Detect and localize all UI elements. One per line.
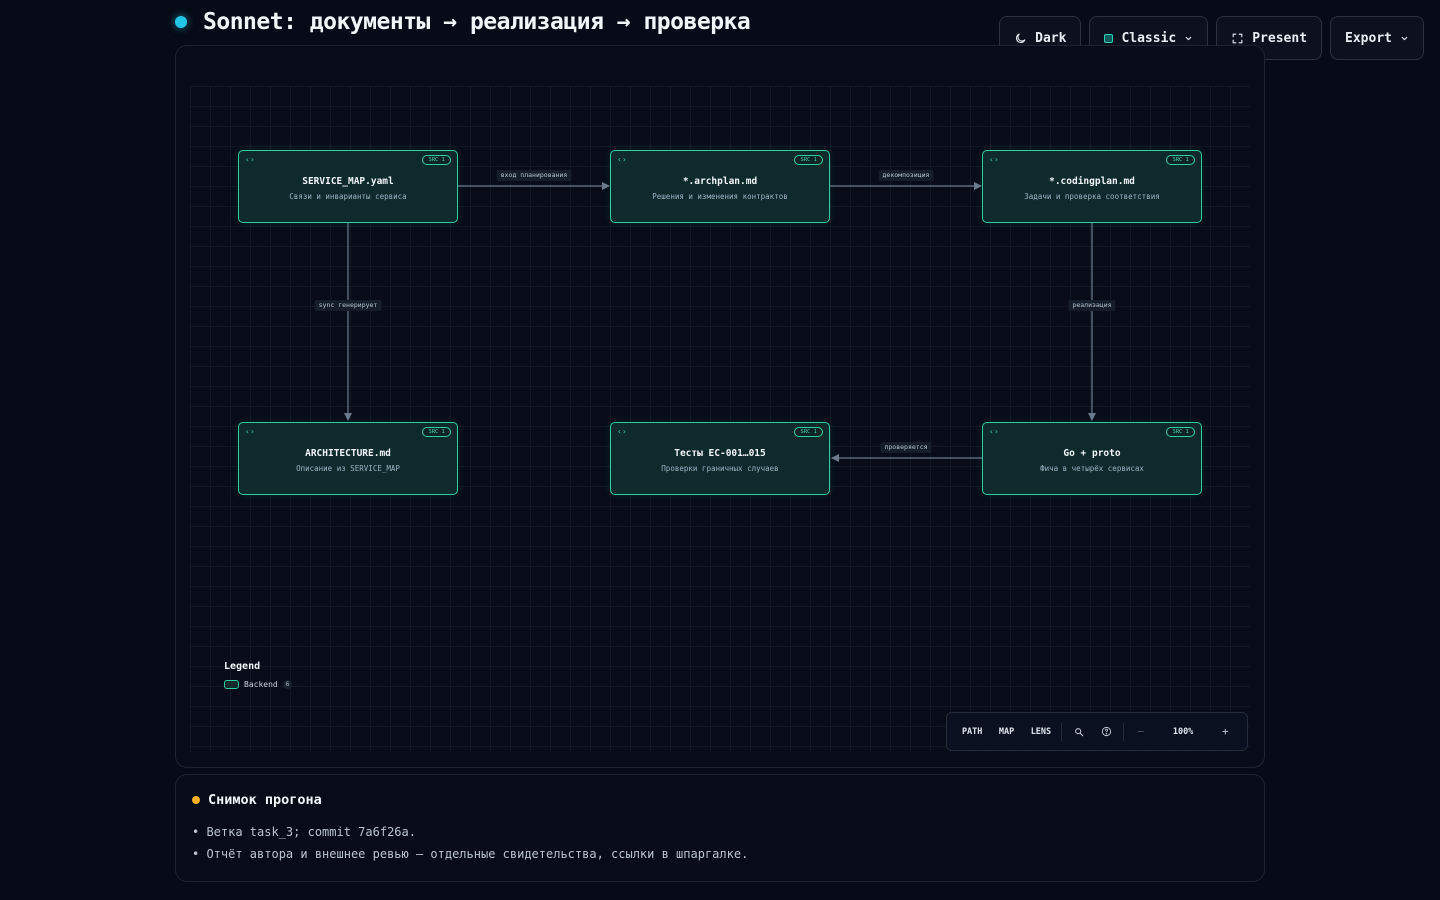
node-subtitle: Задачи и проверка соответствия: [1024, 192, 1160, 201]
notes-panel: Снимок прогона • Ветка task_3; commit 7a…: [175, 774, 1265, 882]
notes-status-dot: [192, 796, 200, 804]
legend-item-backend[interactable]: Backend 6: [224, 680, 293, 689]
node-subtitle: Описание из SERVICE_MAP: [296, 464, 400, 473]
code-brackets-icon: ‹›: [989, 155, 999, 164]
export-button[interactable]: Export: [1330, 16, 1424, 60]
legend-swatch: [224, 680, 239, 689]
node-badge: SRC 1: [1166, 155, 1195, 165]
notes-item: • Ветка task_3; commit 7a6f26a.: [192, 825, 416, 839]
node-title: SERVICE_MAP.yaml: [302, 176, 394, 187]
zoom-out-icon[interactable]: −: [1127, 725, 1155, 738]
present-label: Present: [1252, 30, 1308, 46]
zoom-level: 100%: [1172, 726, 1194, 737]
chevron-down-icon: [1185, 36, 1192, 40]
node-architecture[interactable]: ‹› SRC 1 ARCHITECTURE.md Описание из SER…: [238, 422, 458, 495]
divider: [1061, 722, 1063, 741]
node-service-map[interactable]: ‹› SRC 1 SERVICE_MAP.yaml Связи и инвари…: [238, 150, 458, 223]
edge-label: декомпозиция: [878, 170, 934, 181]
title-row: Sonnet: документы → реализация → проверк…: [175, 6, 751, 38]
edge-label: вход планирования: [496, 170, 572, 181]
code-brackets-icon: ‹›: [617, 155, 627, 164]
node-subtitle: Решения и изменения контрактов: [652, 192, 788, 201]
node-subtitle: Фича в четырёх сервисах: [1040, 464, 1144, 473]
notes-header: Снимок прогона: [192, 792, 322, 808]
help-icon[interactable]: [1093, 726, 1121, 737]
legend-title: Legend: [224, 661, 261, 672]
node-badge: SRC 1: [794, 427, 823, 437]
notes-title: Снимок прогона: [208, 792, 322, 808]
node-title: *.archplan.md: [682, 176, 758, 187]
legend-count: 6: [282, 680, 293, 689]
node-go-proto[interactable]: ‹› SRC 1 Go + proto Фича в четырёх серви…: [982, 422, 1202, 495]
divider: [1123, 722, 1125, 741]
node-title: ARCHITECTURE.md: [305, 448, 391, 459]
node-badge: SRC 1: [422, 427, 451, 437]
notes-item: • Отчёт автора и внешнее ревью — отдельн…: [192, 847, 749, 861]
code-brackets-icon: ‹›: [617, 427, 627, 436]
moon-icon: [1016, 33, 1026, 43]
mode-lens-button[interactable]: LENS: [1024, 727, 1058, 737]
fullscreen-icon: [1232, 33, 1243, 43]
node-subtitle: Проверки граничных случаев: [661, 464, 779, 473]
page: Sonnet: документы → реализация → проверк…: [0, 0, 1440, 900]
node-title: Тесты EC-001…015: [674, 448, 766, 459]
diagram-canvas[interactable]: вход планирования декомпозиция sync гене…: [175, 45, 1265, 768]
node-codingplan[interactable]: ‹› SRC 1 *.codingplan.md Задачи и провер…: [982, 150, 1202, 223]
node-archplan[interactable]: ‹› SRC 1 *.archplan.md Решения и изменен…: [610, 150, 830, 223]
node-title: *.codingplan.md: [1049, 176, 1135, 187]
node-title: Go + proto: [1063, 448, 1121, 459]
style-select-label: Classic: [1121, 30, 1177, 46]
node-subtitle: Связи и инварианты сервиса: [289, 192, 407, 201]
mode-map-button[interactable]: MAP: [989, 727, 1023, 737]
notes-list: • Ветка task_3; commit 7a6f26a. • Отчёт …: [192, 821, 748, 865]
view-controls: PATH MAP LENS − 100% +: [946, 712, 1248, 751]
theme-toggle-label: Dark: [1035, 30, 1067, 46]
node-badge: SRC 1: [794, 155, 823, 165]
page-title: Sonnet: документы → реализация → проверк…: [203, 9, 751, 35]
legend-label: Backend: [244, 680, 278, 689]
status-dot: [175, 16, 187, 28]
search-icon[interactable]: [1065, 727, 1093, 737]
export-label: Export: [1345, 30, 1392, 46]
code-brackets-icon: ‹›: [245, 427, 255, 436]
code-brackets-icon: ‹›: [245, 155, 255, 164]
node-badge: SRC 1: [422, 155, 451, 165]
edge-label: sync генерирует: [314, 300, 382, 311]
edge-label: реализация: [1068, 300, 1116, 311]
style-swatch-icon: [1104, 33, 1114, 43]
code-brackets-icon: ‹›: [989, 427, 999, 436]
mode-path-button[interactable]: PATH: [955, 727, 989, 737]
node-tests[interactable]: ‹› SRC 1 Тесты EC-001…015 Проверки грани…: [610, 422, 830, 495]
edge-label: проверяется: [880, 442, 932, 453]
chevron-down-icon: [1401, 36, 1408, 40]
zoom-in-icon[interactable]: +: [1212, 725, 1240, 738]
legend: Legend Backend 6: [224, 661, 293, 689]
node-badge: SRC 1: [1166, 427, 1195, 437]
